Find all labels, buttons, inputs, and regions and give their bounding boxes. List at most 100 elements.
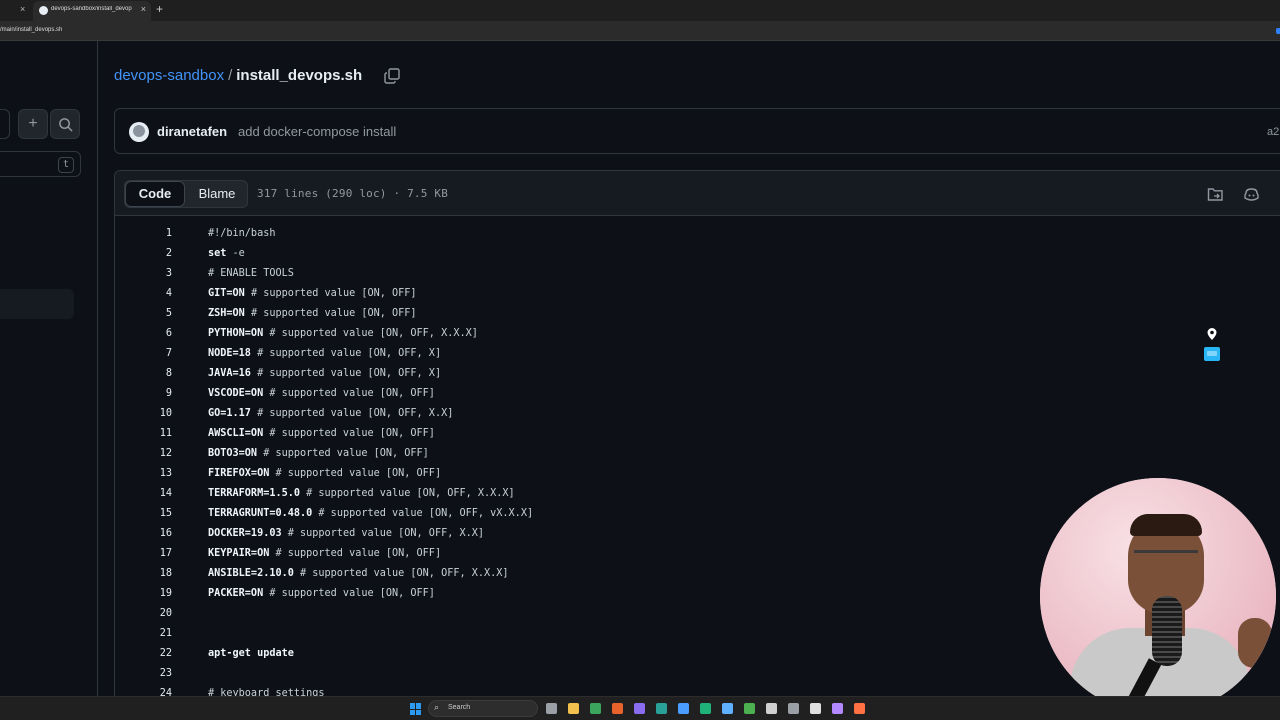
taskbar-app-icon[interactable] [590, 703, 601, 714]
line-number[interactable]: 21 [115, 624, 172, 644]
taskbar-app-icon[interactable] [700, 703, 711, 714]
address-text: /main/install_devops.sh [0, 27, 63, 33]
taskbar-app-icon[interactable] [766, 703, 777, 714]
code-keyword: TERRAGRUNT=0.48.0 [208, 508, 313, 519]
code-keyword: KEYPAIR=ON [208, 548, 270, 559]
taskbar-search-label: Search [448, 704, 471, 711]
code-line: 3 # ENABLE TOOLS [115, 264, 1280, 284]
line-number[interactable]: 4 [115, 284, 172, 304]
code-comment: -e [226, 248, 245, 259]
go-to-file-input[interactable]: t [0, 151, 81, 177]
code-keyword: PACKER=ON [208, 588, 264, 599]
line-number[interactable]: 22 [115, 644, 172, 664]
address-bar[interactable]: /main/install_devops.sh [0, 21, 1280, 41]
taskbar-search[interactable]: ⌕ Search [428, 700, 538, 717]
file-tree-selected-item[interactable] [0, 289, 74, 319]
taskbar-app-icon[interactable] [854, 703, 865, 714]
taskbar-app-icon[interactable] [568, 703, 579, 714]
commit-message-link[interactable]: add docker-compose install [238, 124, 396, 139]
code-line: 2 set -e [115, 244, 1280, 264]
code-comment: # supported value [ON, OFF, X.X.X] [293, 568, 509, 579]
breadcrumb: devops-sandbox / install_devops.sh [114, 67, 362, 84]
code-keyword: NODE=18 [208, 348, 251, 359]
line-number[interactable]: 3 [115, 264, 172, 284]
line-number[interactable]: 6 [115, 324, 172, 344]
line-number[interactable]: 20 [115, 604, 172, 624]
line-number[interactable]: 9 [115, 384, 172, 404]
code-text: JAVA=16 # supported value [ON, OFF, X] [208, 364, 441, 384]
code-text: DOCKER=19.03 # supported value [ON, OFF,… [208, 524, 484, 544]
code-keyword: FIREFOX=ON [208, 468, 270, 479]
code-text: set -e [208, 244, 245, 264]
code-keyword: ZSH=ON [208, 308, 245, 319]
line-number[interactable]: 8 [115, 364, 172, 384]
code-line: 11 AWSCLI=ON # supported value [ON, OFF] [115, 424, 1280, 444]
code-comment: # supported value [ON, OFF] [263, 588, 435, 599]
browser-tab-bar: × devops-sandbox/install_devop × + [0, 0, 1280, 21]
taskbar-app-icon[interactable] [722, 703, 733, 714]
tab-close-icon[interactable]: × [141, 4, 146, 14]
taskbar-app-icon[interactable] [832, 703, 843, 714]
line-number[interactable]: 19 [115, 584, 172, 604]
line-number[interactable]: 1 [115, 224, 172, 244]
line-number[interactable]: 17 [115, 544, 172, 564]
code-text: GO=1.17 # supported value [ON, OFF, X.X] [208, 404, 453, 424]
taskbar-app-icon[interactable] [634, 703, 645, 714]
code-text: apt-get update [208, 644, 294, 664]
new-tab-button[interactable]: + [156, 2, 163, 16]
line-number[interactable]: 10 [115, 404, 172, 424]
code-text: FIREFOX=ON # supported value [ON, OFF] [208, 464, 441, 484]
blame-view-button[interactable]: Blame [187, 181, 247, 207]
code-text: KEYPAIR=ON # supported value [ON, OFF] [208, 544, 441, 564]
code-keyword: JAVA=16 [208, 368, 251, 379]
plus-icon: + [28, 115, 38, 132]
code-line: 10 GO=1.17 # supported value [ON, OFF, X.… [115, 404, 1280, 424]
taskbar-app-icon[interactable] [744, 703, 755, 714]
taskbar-app-icon[interactable] [788, 703, 799, 714]
line-number[interactable]: 15 [115, 504, 172, 524]
line-number[interactable]: 16 [115, 524, 172, 544]
line-number[interactable]: 13 [115, 464, 172, 484]
taskbar-app-icon[interactable] [656, 703, 667, 714]
code-line: 5 ZSH=ON # supported value [ON, OFF] [115, 304, 1280, 324]
line-number[interactable]: 2 [115, 244, 172, 264]
code-comment: # supported value [ON, OFF] [244, 308, 417, 319]
line-number[interactable]: 12 [115, 444, 172, 464]
line-number[interactable]: 7 [115, 344, 172, 364]
webcam-overlay [1040, 478, 1276, 714]
breadcrumb-repo-link[interactable]: devops-sandbox [114, 67, 224, 84]
code-comment: # supported value [ON, OFF, vX.X.X] [312, 508, 534, 519]
taskbar-app-icon[interactable] [546, 703, 557, 714]
commit-author-link[interactable]: diranetafen [157, 124, 227, 139]
add-file-button[interactable]: + [18, 109, 48, 139]
browser-tab[interactable]: devops-sandbox/install_devop × [33, 1, 151, 21]
taskbar-app-icon[interactable] [612, 703, 623, 714]
commit-sha[interactable]: a2 [1267, 126, 1279, 138]
code-comment: # supported value [ON, OFF] [269, 468, 442, 479]
search-button[interactable] [50, 109, 80, 139]
line-number[interactable]: 14 [115, 484, 172, 504]
line-number[interactable]: 11 [115, 424, 172, 444]
copilot-button[interactable] [1238, 181, 1264, 207]
code-line: 4 GIT=ON # supported value [ON, OFF] [115, 284, 1280, 304]
code-comment: # supported value [ON, OFF] [269, 548, 442, 559]
code-keyword: GO=1.17 [208, 408, 251, 419]
latest-commit-box: diranetafen add docker-compose install a… [114, 108, 1280, 154]
avatar[interactable] [129, 122, 149, 142]
branch-selector[interactable] [0, 109, 10, 139]
code-keyword: AWSCLI=ON [208, 428, 264, 439]
line-number[interactable]: 5 [115, 304, 172, 324]
start-button[interactable] [410, 703, 422, 715]
close-icon[interactable]: × [20, 4, 25, 14]
map-pin-icon[interactable] [1204, 327, 1220, 363]
line-number[interactable]: 18 [115, 564, 172, 584]
github-favicon-icon [39, 6, 48, 15]
taskbar-app-icon[interactable] [678, 703, 689, 714]
line-number[interactable]: 23 [115, 664, 172, 684]
copy-path-icon[interactable] [384, 68, 400, 84]
taskbar-app-icon[interactable] [810, 703, 821, 714]
symbols-panel-button[interactable] [1202, 181, 1228, 207]
code-view-button[interactable]: Code [125, 181, 185, 207]
code-line: 6 PYTHON=ON # supported value [ON, OFF, X… [115, 324, 1280, 344]
code-text: PACKER=ON # supported value [ON, OFF] [208, 584, 435, 604]
